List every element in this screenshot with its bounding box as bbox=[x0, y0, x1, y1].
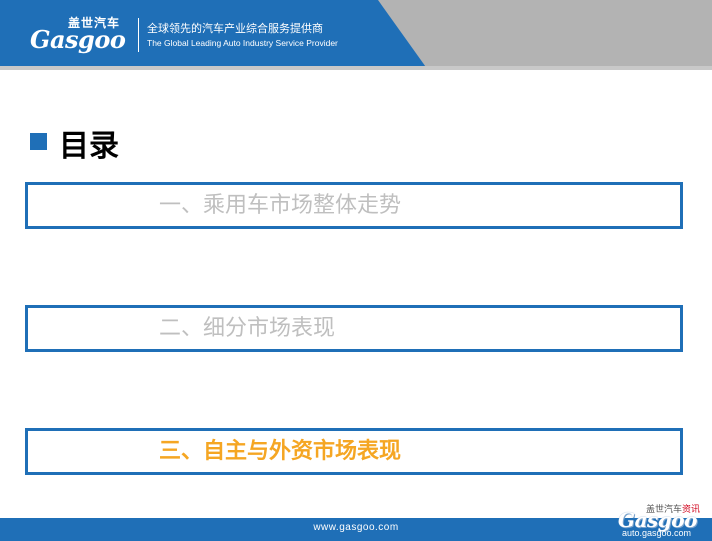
toc-item-label: 一、乘用车市场整体走势 bbox=[159, 193, 402, 218]
toc-item-label: 三、自主与外资市场表现 bbox=[159, 439, 402, 464]
footer-url: www.gasgoo.com bbox=[313, 522, 399, 533]
tagline-english: The Global Leading Auto Industry Service… bbox=[147, 38, 338, 48]
header-divider bbox=[0, 66, 712, 70]
logo-english-text: Gasgoo bbox=[30, 25, 126, 54]
watermark-url: auto.gasgoo.com bbox=[622, 528, 692, 538]
title-bullet-icon bbox=[30, 133, 47, 150]
tagline-chinese: 全球领先的汽车产业综合服务提供商 bbox=[147, 22, 323, 35]
toc-item-1[interactable]: 一、乘用车市场整体走势 bbox=[25, 182, 683, 229]
toc-item-3-active[interactable]: 三、自主与外资市场表现 bbox=[25, 428, 683, 475]
footer-bar: www.gasgoo.com bbox=[0, 518, 712, 541]
gasgoo-logo: 盖世汽车 Gasgoo bbox=[30, 14, 134, 56]
page-title: 目录 bbox=[59, 129, 119, 164]
watermark-logo: 盖世汽车资讯 Gasgoo auto.gasgoo.com bbox=[616, 502, 712, 541]
toc-item-label: 二、细分市场表现 bbox=[159, 316, 336, 341]
logo-divider bbox=[138, 18, 139, 52]
toc-item-2[interactable]: 二、细分市场表现 bbox=[25, 305, 683, 352]
